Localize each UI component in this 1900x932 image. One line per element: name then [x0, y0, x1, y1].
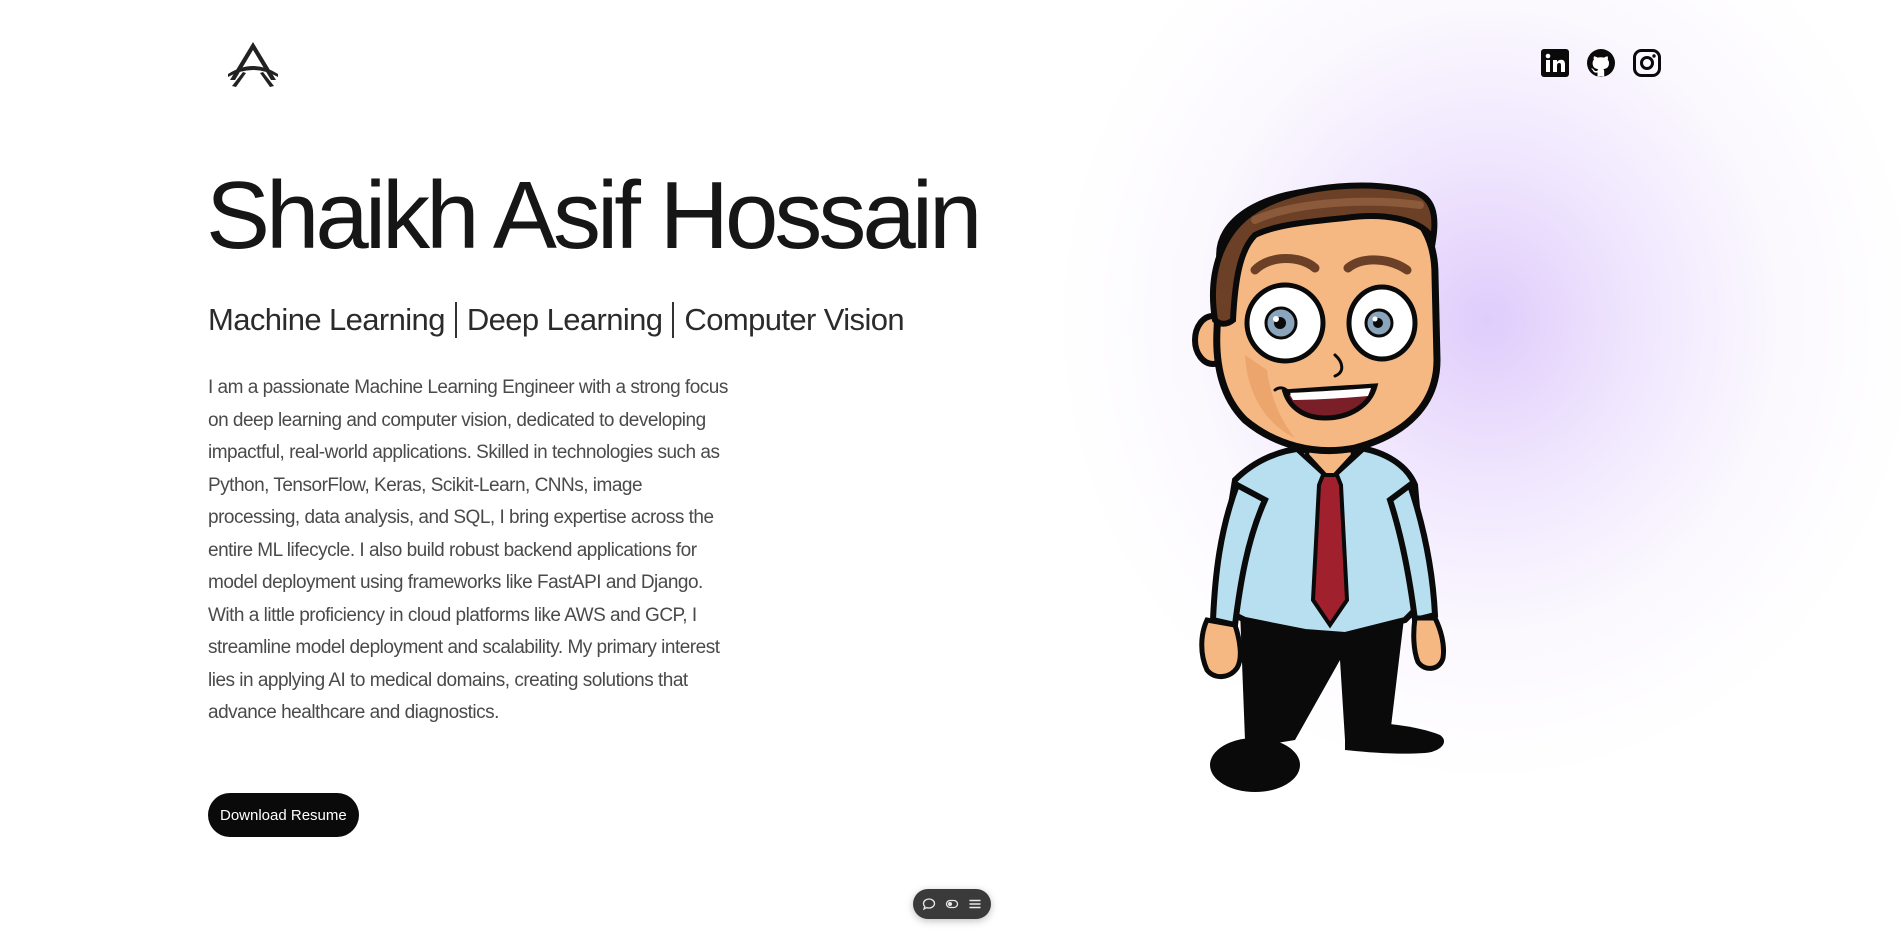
linkedin-icon[interactable]: [1540, 48, 1570, 78]
hero-tagline: Machine Learning Deep Learning Computer …: [208, 302, 905, 338]
tagline-divider: [454, 302, 457, 338]
tagline-item: Deep Learning: [466, 302, 663, 337]
menu-icon[interactable]: [966, 895, 984, 913]
background-glow: [1040, 0, 1900, 800]
download-resume-button[interactable]: Download Resume: [208, 793, 359, 837]
comment-icon[interactable]: [920, 895, 938, 913]
tagline-item: Computer Vision: [684, 302, 905, 337]
instagram-icon[interactable]: [1632, 48, 1662, 78]
logo-icon[interactable]: [224, 40, 282, 90]
hero-name: Shaikh Asif Hossain: [206, 162, 982, 269]
tagline-item: Machine Learning: [208, 302, 445, 337]
github-icon[interactable]: [1586, 48, 1616, 78]
social-links: [1540, 48, 1662, 78]
cartoon-character-illustration: [1185, 180, 1465, 805]
page: Shaikh Asif Hossain Machine Learning Dee…: [0, 0, 1900, 932]
toggle-icon[interactable]: [943, 895, 961, 913]
hero-bio: I am a passionate Machine Learning Engin…: [208, 377, 728, 723]
tagline-divider: [672, 302, 675, 338]
floating-toolbar: [913, 889, 991, 919]
